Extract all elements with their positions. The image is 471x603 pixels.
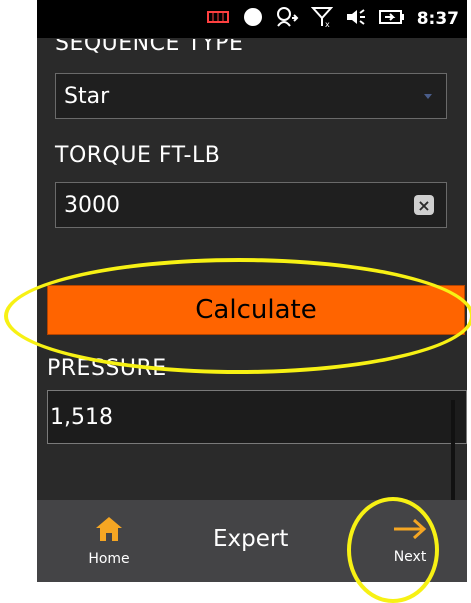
- bottom-nav: Home Expert Next: [37, 500, 467, 582]
- torque-input[interactable]: 3000 ×: [55, 182, 447, 228]
- battery-low-icon: [206, 9, 231, 29]
- torque-value: 3000: [64, 192, 120, 218]
- calculate-label: Calculate: [195, 295, 317, 325]
- pressure-output: 1,518: [47, 390, 467, 444]
- home-icon: [94, 515, 124, 547]
- clear-icon[interactable]: ×: [414, 195, 434, 215]
- status-time: 8:37: [416, 9, 459, 29]
- scrollbar[interactable]: [451, 400, 455, 500]
- sequence-type-dropdown[interactable]: Star: [55, 73, 447, 119]
- sequence-type-value: Star: [64, 83, 110, 109]
- app-screen: x 8:37 SEQUENCE TYPE Star TORQUE FT-LB 3…: [37, 0, 467, 582]
- status-bar: x 8:37: [37, 0, 467, 38]
- home-button[interactable]: Home: [79, 500, 139, 582]
- torque-label: TORQUE FT-LB: [55, 143, 221, 168]
- calculate-button[interactable]: Calculate: [47, 285, 465, 335]
- sync-icon: [275, 6, 299, 32]
- pressure-label: PRESSURE: [47, 356, 167, 381]
- next-button[interactable]: Next: [375, 500, 445, 582]
- svg-text:x: x: [325, 20, 330, 28]
- battery-charge-icon: [378, 9, 405, 29]
- chevron-down-icon: [424, 94, 432, 99]
- next-label: Next: [393, 549, 427, 565]
- volume-icon: [345, 7, 367, 31]
- home-label: Home: [88, 551, 130, 567]
- signal-off-icon: x: [310, 6, 333, 32]
- arrow-right-icon: [392, 517, 428, 545]
- expert-button[interactable]: Expert: [213, 526, 288, 552]
- pressure-value: 1,518: [50, 404, 113, 430]
- circle-icon: [243, 7, 263, 31]
